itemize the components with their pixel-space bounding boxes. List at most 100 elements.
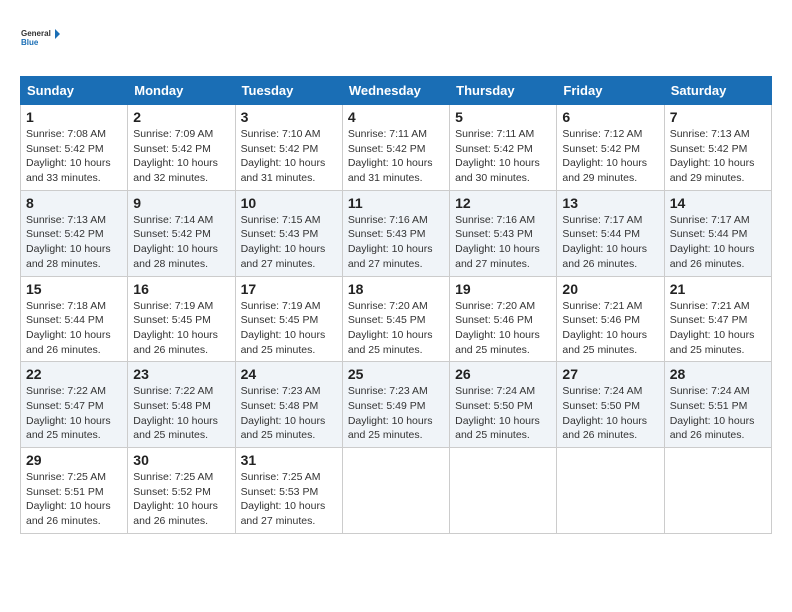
day-info: Sunrise: 7:16 AM Sunset: 5:43 PM Dayligh… [348, 213, 444, 272]
calendar-cell: 24 Sunrise: 7:23 AM Sunset: 5:48 PM Dayl… [235, 362, 342, 448]
calendar-header-saturday: Saturday [664, 77, 771, 105]
day-info: Sunrise: 7:25 AM Sunset: 5:51 PM Dayligh… [26, 470, 122, 529]
day-info: Sunrise: 7:20 AM Sunset: 5:45 PM Dayligh… [348, 299, 444, 358]
calendar-cell: 20 Sunrise: 7:21 AM Sunset: 5:46 PM Dayl… [557, 276, 664, 362]
day-info: Sunrise: 7:11 AM Sunset: 5:42 PM Dayligh… [455, 127, 551, 186]
day-info: Sunrise: 7:23 AM Sunset: 5:48 PM Dayligh… [241, 384, 337, 443]
day-info: Sunrise: 7:13 AM Sunset: 5:42 PM Dayligh… [26, 213, 122, 272]
calendar-cell: 22 Sunrise: 7:22 AM Sunset: 5:47 PM Dayl… [21, 362, 128, 448]
day-number: 18 [348, 281, 444, 297]
calendar-cell: 18 Sunrise: 7:20 AM Sunset: 5:45 PM Dayl… [342, 276, 449, 362]
calendar-week-2: 8 Sunrise: 7:13 AM Sunset: 5:42 PM Dayli… [21, 190, 772, 276]
day-number: 29 [26, 452, 122, 468]
day-info: Sunrise: 7:19 AM Sunset: 5:45 PM Dayligh… [133, 299, 229, 358]
calendar-cell: 5 Sunrise: 7:11 AM Sunset: 5:42 PM Dayli… [450, 105, 557, 191]
day-info: Sunrise: 7:12 AM Sunset: 5:42 PM Dayligh… [562, 127, 658, 186]
day-number: 7 [670, 109, 766, 125]
calendar-cell [342, 448, 449, 534]
day-number: 16 [133, 281, 229, 297]
calendar-cell: 4 Sunrise: 7:11 AM Sunset: 5:42 PM Dayli… [342, 105, 449, 191]
day-number: 10 [241, 195, 337, 211]
day-info: Sunrise: 7:20 AM Sunset: 5:46 PM Dayligh… [455, 299, 551, 358]
calendar-cell: 30 Sunrise: 7:25 AM Sunset: 5:52 PM Dayl… [128, 448, 235, 534]
calendar-week-5: 29 Sunrise: 7:25 AM Sunset: 5:51 PM Dayl… [21, 448, 772, 534]
calendar-cell: 17 Sunrise: 7:19 AM Sunset: 5:45 PM Dayl… [235, 276, 342, 362]
calendar-cell [664, 448, 771, 534]
calendar-cell: 31 Sunrise: 7:25 AM Sunset: 5:53 PM Dayl… [235, 448, 342, 534]
day-info: Sunrise: 7:25 AM Sunset: 5:53 PM Dayligh… [241, 470, 337, 529]
calendar-week-1: 1 Sunrise: 7:08 AM Sunset: 5:42 PM Dayli… [21, 105, 772, 191]
calendar-header-thursday: Thursday [450, 77, 557, 105]
calendar-cell: 8 Sunrise: 7:13 AM Sunset: 5:42 PM Dayli… [21, 190, 128, 276]
day-number: 27 [562, 366, 658, 382]
day-number: 9 [133, 195, 229, 211]
day-number: 11 [348, 195, 444, 211]
calendar-week-3: 15 Sunrise: 7:18 AM Sunset: 5:44 PM Dayl… [21, 276, 772, 362]
calendar-table: SundayMondayTuesdayWednesdayThursdayFrid… [20, 76, 772, 534]
day-info: Sunrise: 7:15 AM Sunset: 5:43 PM Dayligh… [241, 213, 337, 272]
calendar-cell: 21 Sunrise: 7:21 AM Sunset: 5:47 PM Dayl… [664, 276, 771, 362]
calendar-cell: 13 Sunrise: 7:17 AM Sunset: 5:44 PM Dayl… [557, 190, 664, 276]
day-number: 2 [133, 109, 229, 125]
day-number: 12 [455, 195, 551, 211]
calendar-header-monday: Monday [128, 77, 235, 105]
day-number: 19 [455, 281, 551, 297]
calendar-cell: 29 Sunrise: 7:25 AM Sunset: 5:51 PM Dayl… [21, 448, 128, 534]
day-number: 26 [455, 366, 551, 382]
day-info: Sunrise: 7:24 AM Sunset: 5:50 PM Dayligh… [562, 384, 658, 443]
day-number: 28 [670, 366, 766, 382]
day-info: Sunrise: 7:25 AM Sunset: 5:52 PM Dayligh… [133, 470, 229, 529]
day-info: Sunrise: 7:21 AM Sunset: 5:47 PM Dayligh… [670, 299, 766, 358]
day-number: 15 [26, 281, 122, 297]
day-number: 4 [348, 109, 444, 125]
day-info: Sunrise: 7:09 AM Sunset: 5:42 PM Dayligh… [133, 127, 229, 186]
calendar-week-4: 22 Sunrise: 7:22 AM Sunset: 5:47 PM Dayl… [21, 362, 772, 448]
day-info: Sunrise: 7:22 AM Sunset: 5:48 PM Dayligh… [133, 384, 229, 443]
day-info: Sunrise: 7:19 AM Sunset: 5:45 PM Dayligh… [241, 299, 337, 358]
calendar-header-sunday: Sunday [21, 77, 128, 105]
day-number: 25 [348, 366, 444, 382]
calendar-cell: 27 Sunrise: 7:24 AM Sunset: 5:50 PM Dayl… [557, 362, 664, 448]
calendar-cell: 23 Sunrise: 7:22 AM Sunset: 5:48 PM Dayl… [128, 362, 235, 448]
calendar-header-row: SundayMondayTuesdayWednesdayThursdayFrid… [21, 77, 772, 105]
day-info: Sunrise: 7:24 AM Sunset: 5:51 PM Dayligh… [670, 384, 766, 443]
day-info: Sunrise: 7:18 AM Sunset: 5:44 PM Dayligh… [26, 299, 122, 358]
day-number: 6 [562, 109, 658, 125]
day-number: 5 [455, 109, 551, 125]
calendar-cell: 12 Sunrise: 7:16 AM Sunset: 5:43 PM Dayl… [450, 190, 557, 276]
calendar-cell: 19 Sunrise: 7:20 AM Sunset: 5:46 PM Dayl… [450, 276, 557, 362]
day-number: 1 [26, 109, 122, 125]
day-number: 22 [26, 366, 122, 382]
day-info: Sunrise: 7:23 AM Sunset: 5:49 PM Dayligh… [348, 384, 444, 443]
calendar-cell: 3 Sunrise: 7:10 AM Sunset: 5:42 PM Dayli… [235, 105, 342, 191]
calendar-cell: 1 Sunrise: 7:08 AM Sunset: 5:42 PM Dayli… [21, 105, 128, 191]
day-number: 21 [670, 281, 766, 297]
calendar-cell: 16 Sunrise: 7:19 AM Sunset: 5:45 PM Dayl… [128, 276, 235, 362]
day-info: Sunrise: 7:17 AM Sunset: 5:44 PM Dayligh… [562, 213, 658, 272]
calendar-header-wednesday: Wednesday [342, 77, 449, 105]
logo-svg: General Blue [20, 20, 60, 60]
day-info: Sunrise: 7:21 AM Sunset: 5:46 PM Dayligh… [562, 299, 658, 358]
calendar-cell: 11 Sunrise: 7:16 AM Sunset: 5:43 PM Dayl… [342, 190, 449, 276]
calendar-cell: 10 Sunrise: 7:15 AM Sunset: 5:43 PM Dayl… [235, 190, 342, 276]
page-header: General Blue [20, 20, 772, 60]
day-number: 8 [26, 195, 122, 211]
calendar-header-friday: Friday [557, 77, 664, 105]
calendar-cell [450, 448, 557, 534]
svg-text:Blue: Blue [21, 38, 39, 47]
calendar-cell: 2 Sunrise: 7:09 AM Sunset: 5:42 PM Dayli… [128, 105, 235, 191]
day-info: Sunrise: 7:24 AM Sunset: 5:50 PM Dayligh… [455, 384, 551, 443]
day-number: 24 [241, 366, 337, 382]
day-number: 3 [241, 109, 337, 125]
day-number: 23 [133, 366, 229, 382]
day-number: 13 [562, 195, 658, 211]
calendar-cell: 7 Sunrise: 7:13 AM Sunset: 5:42 PM Dayli… [664, 105, 771, 191]
calendar-cell: 15 Sunrise: 7:18 AM Sunset: 5:44 PM Dayl… [21, 276, 128, 362]
calendar-header-tuesday: Tuesday [235, 77, 342, 105]
calendar-cell [557, 448, 664, 534]
day-number: 20 [562, 281, 658, 297]
day-info: Sunrise: 7:11 AM Sunset: 5:42 PM Dayligh… [348, 127, 444, 186]
day-info: Sunrise: 7:10 AM Sunset: 5:42 PM Dayligh… [241, 127, 337, 186]
calendar-cell: 25 Sunrise: 7:23 AM Sunset: 5:49 PM Dayl… [342, 362, 449, 448]
day-number: 14 [670, 195, 766, 211]
